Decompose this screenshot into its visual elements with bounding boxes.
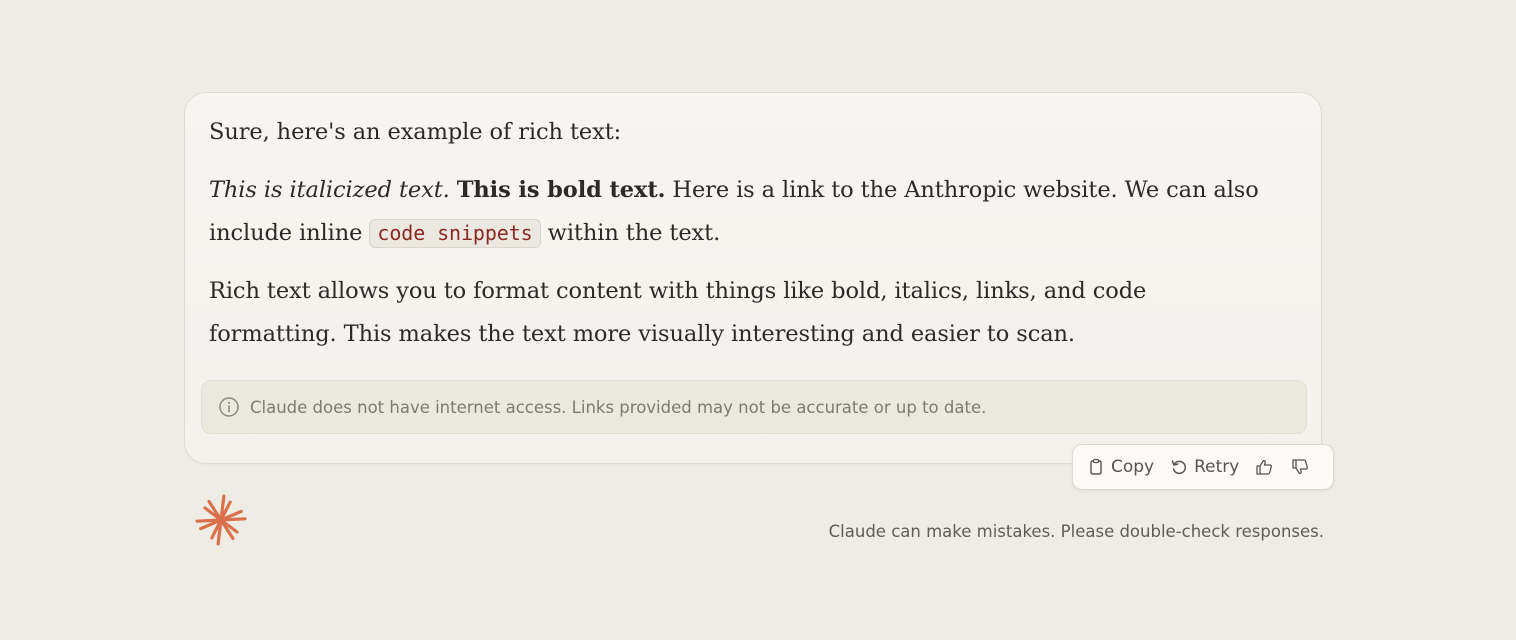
after-code-text: within the text. xyxy=(540,220,721,246)
thumbs-up-icon xyxy=(1255,458,1273,476)
bold-text: This is bold text. xyxy=(456,177,666,203)
message-actions-toolbar: Copy Retry xyxy=(1072,444,1334,490)
clipboard-icon xyxy=(1087,458,1105,476)
assistant-message-card: Sure, here's an example of rich text: Th… xyxy=(184,92,1322,464)
italic-text: This is italicized text. xyxy=(209,177,450,203)
message-intro: Sure, here's an example of rich text: xyxy=(209,119,622,145)
footer-disclaimer: Claude can make mistakes. Please double-… xyxy=(828,522,1324,541)
copy-button[interactable]: Copy xyxy=(1087,457,1154,477)
inline-code-snippet: code snippets xyxy=(369,219,541,248)
thumbs-up-button[interactable] xyxy=(1255,458,1273,476)
internet-access-disclaimer: Claude does not have internet access. Li… xyxy=(201,380,1307,434)
thumbs-down-icon xyxy=(1291,458,1309,476)
logo-ray xyxy=(195,518,223,523)
message-body: Sure, here's an example of rich text: Th… xyxy=(209,111,1279,356)
message-summary: Rich text allows you to format content w… xyxy=(209,278,1147,347)
retry-button[interactable]: Retry xyxy=(1170,457,1239,477)
disclaimer-text: Claude does not have internet access. Li… xyxy=(250,397,987,417)
info-icon xyxy=(218,396,240,418)
copy-label: Copy xyxy=(1111,457,1155,477)
claude-logo-icon xyxy=(195,494,249,548)
thumbs-down-button[interactable] xyxy=(1291,458,1309,476)
retry-label: Retry xyxy=(1194,457,1240,477)
message-formatting-example: This is italicized text. This is bold te… xyxy=(209,169,1279,255)
retry-icon xyxy=(1170,458,1188,476)
